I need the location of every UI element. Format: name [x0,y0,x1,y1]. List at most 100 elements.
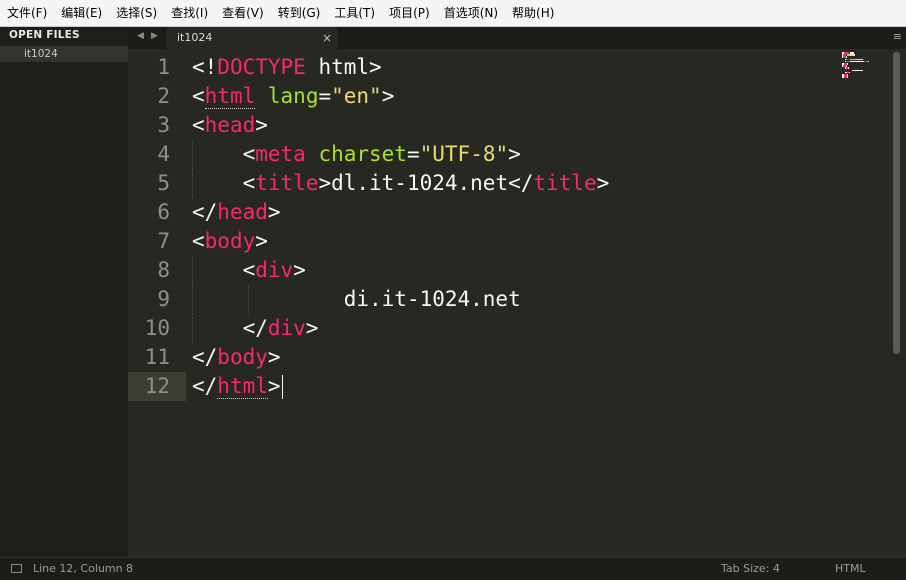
code-token: > [381,84,395,108]
code-token: title [255,171,319,195]
code-token: < [192,229,205,253]
code-token: > [305,316,319,340]
tab-menu-icon[interactable]: ≡ [893,30,902,43]
code-line: <html lang="en"> [192,82,394,111]
code-token: </ [192,345,218,369]
menu-file[interactable]: 文件(F) [0,0,54,27]
sidebar: OPEN FILES it1024 [0,27,128,557]
syntax-indicator[interactable]: HTML [835,558,866,580]
indent-guide [192,256,193,285]
menu-project[interactable]: 项目(P) [382,0,437,27]
menu-goto[interactable]: 转到(G) [271,0,328,27]
code-token: "en" [331,84,382,108]
tab-prev-icon[interactable]: ◀ [137,31,144,41]
code-editor[interactable]: <!DOCTYPE html> <html lang="en"> <head> <m… [192,49,842,557]
code-line: <!DOCTYPE html> [192,53,382,82]
line-number: 8 [157,258,170,282]
tab-next-icon[interactable]: ▶ [151,31,158,41]
code-line: <body> [192,227,268,256]
line-number: 11 [144,345,170,369]
line-number: 2 [157,84,170,108]
code-token: = [318,84,332,108]
code-token: lang [267,84,319,108]
code-token: > [255,229,268,253]
code-token: html [204,84,256,109]
panel-toggle-icon[interactable] [11,564,22,573]
indent-guide [192,140,193,169]
code-line: </body> [192,343,281,372]
open-files-heading: OPEN FILES [9,29,80,41]
vertical-scrollbar[interactable] [893,52,900,354]
menu-preferences[interactable]: 首选项(N) [437,0,505,27]
menu-help[interactable]: 帮助(H) [505,0,561,27]
sidebar-file-label: it1024 [24,48,58,60]
menu-tools[interactable]: 工具(T) [327,0,382,27]
cursor-position: Line 12, Column 8 [33,562,134,575]
menu-view[interactable]: 查看(V) [215,0,271,27]
sidebar-file-item[interactable]: it1024 [0,46,128,62]
code-token: </ [192,200,218,224]
menu-bar: 文件(F) 编辑(E) 选择(S) 查找(I) 查看(V) 转到(G) 工具(T… [0,0,906,27]
code-token: > [267,374,281,398]
code-token: >dl.it-1024.net</ [318,171,534,195]
indent-guide [192,169,193,198]
tab-bar: ◀ ▶ it1024 × ≡ [128,27,906,49]
line-number: 4 [157,142,170,166]
code-token: charset [318,142,407,166]
line-number: 6 [157,200,170,224]
tab-it1024[interactable]: it1024 × [166,27,338,49]
code-token: <! [192,55,218,79]
code-token: > [596,171,610,195]
code-token: body [217,345,268,369]
minimap-mark [849,71,851,74]
code-token: < [192,113,205,137]
menu-edit[interactable]: 编辑(E) [54,0,109,27]
code-token: di.it-1024.net [192,287,521,311]
menu-selection[interactable]: 选择(S) [109,0,164,27]
code-token: = [406,142,420,166]
minimap-mark [851,69,863,72]
indent-guide [248,285,249,314]
code-token: < [192,84,205,108]
code-token: > [508,142,521,166]
code-token: head [204,113,256,137]
minimap-mark [854,54,855,56]
code-token: html [217,374,268,399]
line-number-gutter: 1 2 3 4 5 6 7 8 9 10 11 12 [128,49,186,557]
tab-size-indicator[interactable]: Tab Size: 4 [721,558,780,580]
minimap-mark [867,60,869,63]
code-line: </head> [192,198,281,227]
line-number: 1 [157,55,170,79]
line-number: 10 [144,316,170,340]
minimap-mark [850,60,864,63]
code-token: </ [192,316,268,340]
indent-guide [192,285,193,314]
line-number: 7 [157,229,170,253]
code-token: < [192,142,256,166]
minimap-mark [846,76,848,78]
code-token: div [255,258,294,282]
code-token: < [192,258,256,282]
code-token: > [267,345,281,369]
code-token: html> [305,55,382,79]
code-token: > [293,258,306,282]
indent-guide [192,314,193,343]
line-number: 12 [144,374,170,398]
code-line: <head> [192,111,268,140]
code-line: </html> [192,372,284,401]
menu-find[interactable]: 查找(I) [164,0,215,27]
minimap[interactable] [842,52,887,92]
code-token: meta [255,142,306,166]
code-token: body [204,229,256,253]
code-line: <meta charset="UTF-8"> [192,140,521,169]
line-number: 3 [157,113,170,137]
code-token: head [217,200,268,224]
line-number: 9 [157,287,170,311]
code-line: <div> [192,256,306,285]
close-icon[interactable]: × [322,27,332,49]
minimap-mark [848,67,850,69]
status-bar: Line 12, Column 8 Tab Size: 4 HTML [0,557,906,580]
code-token: "UTF-8" [419,142,509,166]
